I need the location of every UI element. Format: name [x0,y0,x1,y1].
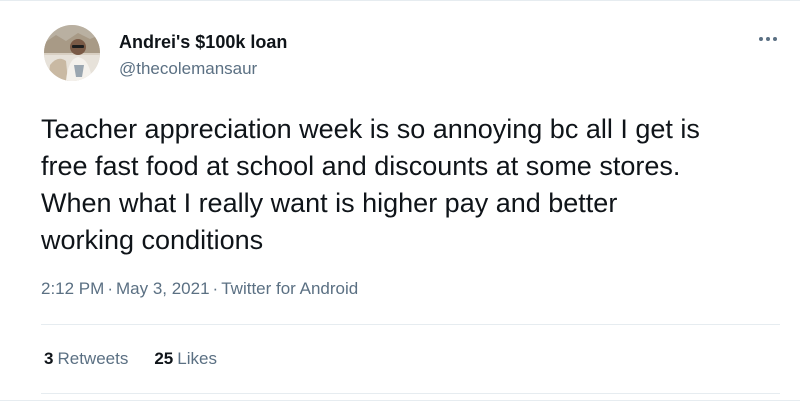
tweet-time: 2:12 PM [41,279,105,298]
tweet-text: Teacher appreciation week is so annoying… [41,114,700,255]
avatar[interactable] [44,25,100,81]
tweet-time-link[interactable]: 2:12 PM · May 3, 2021 [41,279,210,298]
avatar-photo [44,25,100,81]
more-horizontal-icon [759,37,777,41]
likes-stat[interactable]: 25 Likes [154,349,217,369]
divider [41,393,780,394]
retweets-count: 3 [44,349,54,368]
meta-separator: · [212,279,219,298]
divider [41,324,780,325]
retweets-label: Retweets [57,349,129,368]
more-options-button[interactable] [752,27,784,51]
meta-separator: · [107,279,113,298]
tweet-meta: 2:12 PM · May 3, 2021 · Twitter for Android [41,279,358,299]
likes-count: 25 [154,349,174,368]
tweet-date: May 3, 2021 [115,279,210,298]
retweets-stat[interactable]: 3 Retweets [44,349,128,369]
tweet-stats: 3 Retweets 25 Likes [44,349,217,369]
tweet-card: Andrei's $100k loan @thecolemansaur Teac… [0,0,800,401]
likes-label: Likes [177,349,217,368]
author-handle[interactable]: @thecolemansaur [119,59,257,79]
author-display-name[interactable]: Andrei's $100k loan [119,32,287,53]
tweet-source-link[interactable]: Twitter for Android [221,279,358,298]
